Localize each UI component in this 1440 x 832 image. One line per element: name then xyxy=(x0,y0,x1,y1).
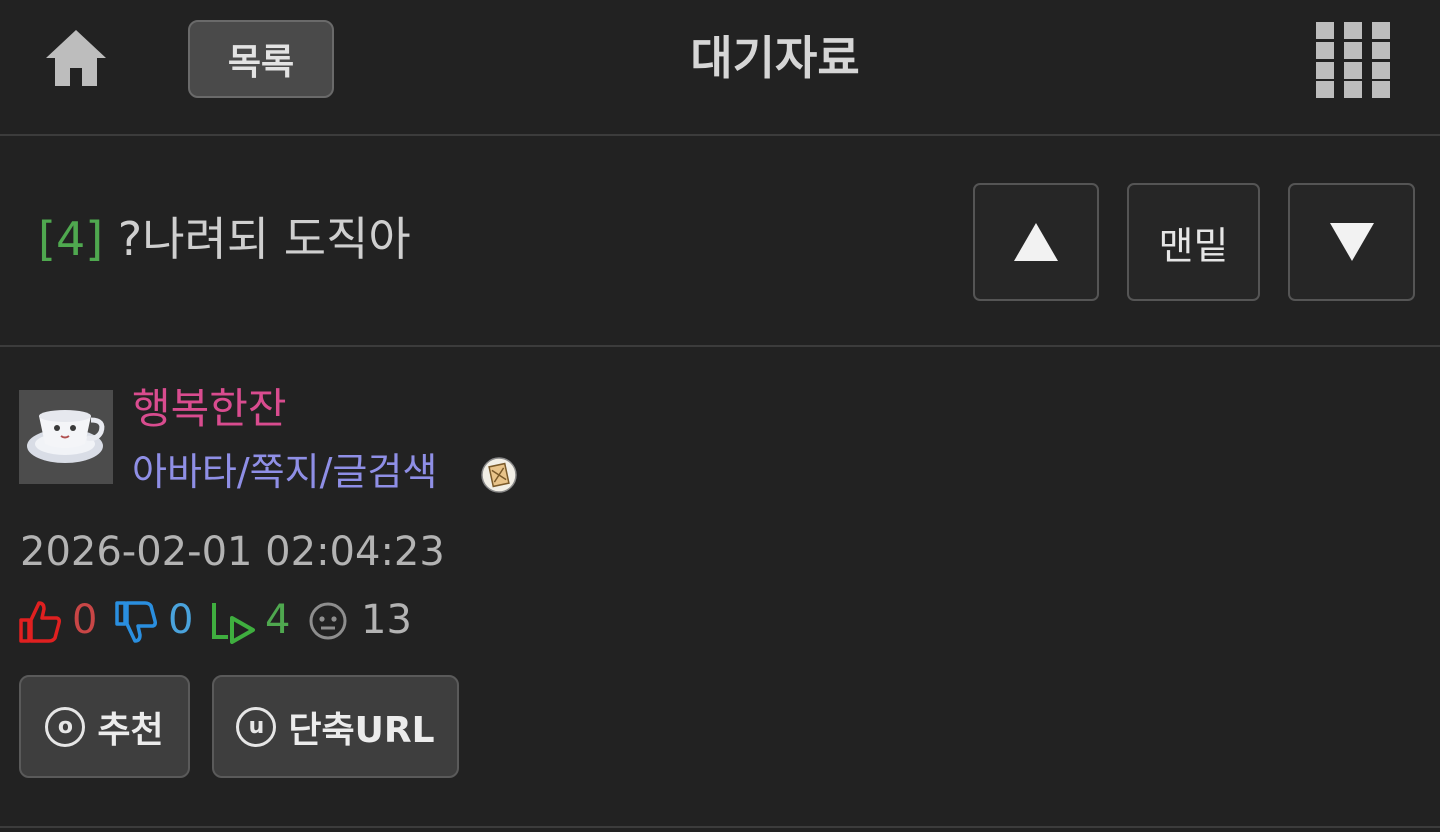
avatar[interactable] xyxy=(19,390,113,484)
recommend-label: 추천 xyxy=(97,709,164,751)
scroll-top-button[interactable] xyxy=(973,183,1099,301)
board-title: 대기자료 xyxy=(690,31,860,85)
recommend-button[interactable]: o 추천 xyxy=(19,675,190,778)
upvote-count: 0 xyxy=(72,597,98,643)
post-title: [4] ?나려되 도직아 xyxy=(38,210,411,268)
reply-count: 4 xyxy=(265,597,291,643)
author-name[interactable]: 행복한잔 xyxy=(132,382,287,436)
shortcut-u-icon: u xyxy=(236,706,277,747)
short-url-button[interactable]: u 단축URL xyxy=(212,675,459,778)
view-face-icon xyxy=(309,602,347,640)
coffee-cup-avatar-icon xyxy=(27,410,105,463)
author-menu-links[interactable]: 아바타/쪽지/글검색 xyxy=(132,448,437,496)
scroll-bottom-button[interactable]: 맨밑 xyxy=(1127,183,1260,301)
post-date: 2026-02-01 02:04:23 xyxy=(20,529,445,575)
shortcut-o-icon: o xyxy=(45,706,86,747)
view-count: 13 xyxy=(361,597,412,643)
reply-arrow-icon xyxy=(212,603,255,644)
triangle-up-icon xyxy=(1014,223,1058,261)
divider xyxy=(0,826,1440,828)
scroll-down-button[interactable] xyxy=(1288,183,1415,301)
top-bar: 목록 대기자료 xyxy=(0,0,1440,136)
comment-count: [4] xyxy=(38,212,104,266)
grid-menu-icon[interactable] xyxy=(1314,22,1392,98)
triangle-down-icon xyxy=(1329,223,1374,261)
thumbs-up-icon[interactable] xyxy=(18,600,62,644)
short-url-label: 단축URL xyxy=(288,709,435,751)
list-button[interactable]: 목록 xyxy=(188,20,334,98)
post-title-row: [4] ?나려되 도직아 맨밑 xyxy=(0,136,1440,347)
downvote-count: 0 xyxy=(168,597,194,643)
home-icon[interactable] xyxy=(44,28,108,90)
thumbs-down-icon[interactable] xyxy=(114,600,158,644)
envelope-badge-icon xyxy=(481,457,517,493)
post-title-text: ?나려되 도직아 xyxy=(117,212,411,266)
